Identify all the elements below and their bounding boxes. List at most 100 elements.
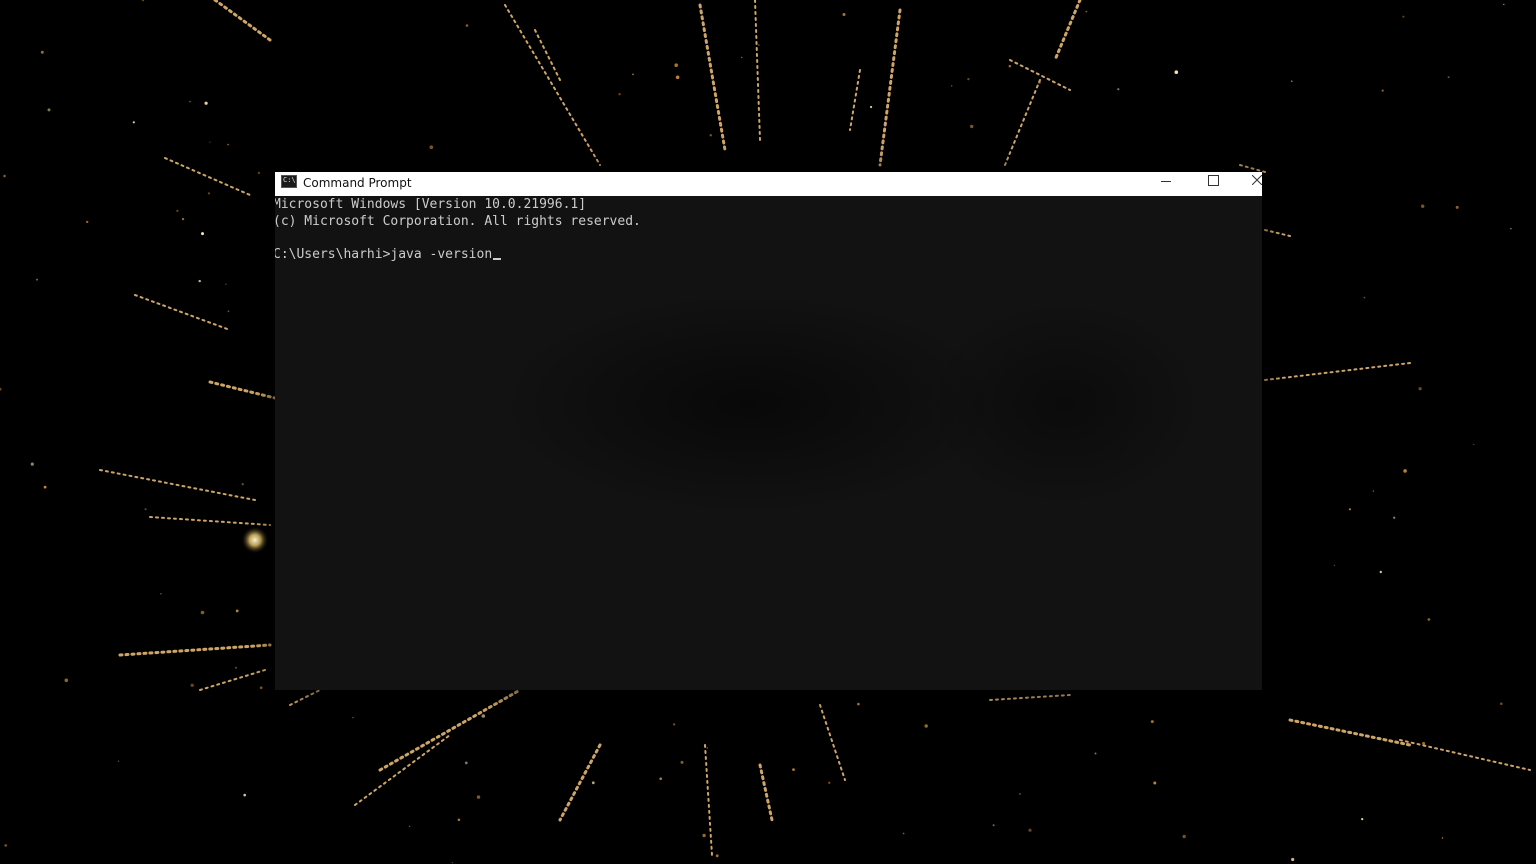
firework-spark [992, 824, 995, 827]
firework-spark [181, 217, 185, 221]
firework-spark [198, 279, 201, 283]
firework-spark [4, 844, 7, 847]
firework-streak [289, 689, 321, 706]
firework-spark [1402, 15, 1405, 18]
firework-streak [1264, 362, 1411, 381]
firework-spark [1028, 828, 1032, 832]
firework-streak [213, 0, 272, 42]
firework-spark [132, 121, 135, 124]
console-line: Microsoft Windows [Version 10.0.21996.1] [275, 197, 587, 212]
firework-spark [1361, 818, 1364, 821]
firework-spark [64, 678, 69, 683]
cmd-app-icon: C:\ [281, 175, 297, 188]
firework-spark [1291, 857, 1295, 862]
console-prompt-line[interactable]: C:\Users\harhi>java -version [275, 247, 502, 263]
firework-spark [225, 283, 227, 285]
firework-spark [190, 683, 194, 687]
firework-spark [1153, 781, 1157, 785]
firework-spark [924, 724, 928, 728]
command-text: C:\Users\harhi>java -version [275, 247, 493, 262]
firework-spark [675, 75, 680, 80]
firework-spark [160, 593, 162, 595]
firework-spark [47, 108, 51, 112]
firework-streak [819, 704, 846, 781]
firework-streak [1009, 59, 1071, 91]
minimize-button[interactable] [1144, 172, 1190, 196]
firework-spark [1427, 618, 1431, 621]
title-bar[interactable]: C:\ Command Prompt [275, 172, 1262, 196]
firework-spark [1379, 570, 1383, 574]
firework-spark [259, 686, 263, 689]
firework-spark [243, 793, 246, 797]
firework-spark [409, 825, 411, 828]
firework-spark [967, 78, 970, 81]
firework-spark [1019, 793, 1021, 795]
firework-spark [673, 723, 676, 726]
firework-spark [1393, 516, 1396, 519]
firework-spark [234, 666, 237, 669]
firework-spark [476, 795, 481, 799]
close-button[interactable] [1236, 172, 1262, 196]
firework-spark [1372, 490, 1375, 492]
firework-spark [902, 832, 905, 835]
firework-spark [227, 310, 230, 313]
firework-spark [429, 145, 434, 149]
firework-spark [176, 209, 179, 212]
firework-spark [706, 747, 708, 749]
firework-spark [1473, 443, 1475, 446]
firework-spark [204, 101, 208, 105]
firework-spark [1447, 76, 1450, 79]
firework-streak [1399, 739, 1531, 771]
firework-streak [758, 763, 774, 822]
firework-spark [1441, 837, 1444, 839]
firework-spark [1421, 204, 1425, 208]
firework-streak [754, 0, 761, 141]
firework-spark [200, 610, 205, 615]
firework-streak [1004, 79, 1041, 166]
firework-streak [989, 694, 1071, 701]
firework-spark [209, 141, 211, 143]
firework-spark [1363, 296, 1366, 299]
firework-spark [1503, 3, 1505, 6]
firework-spark [1348, 508, 1351, 511]
command-prompt-window[interactable]: C:\ Command Prompt Microsoft Windows [Ve… [275, 172, 1262, 690]
firework-spark [464, 761, 468, 765]
firework-streak [534, 29, 561, 81]
firework-spark [481, 714, 486, 718]
firework-spark [1117, 88, 1120, 91]
firework-spark [618, 93, 621, 96]
firework-spark [1037, 80, 1041, 84]
firework-spark [451, 862, 453, 864]
firework-spark [857, 702, 860, 706]
maximize-button[interactable] [1190, 172, 1236, 196]
firework-streak [164, 157, 251, 196]
firework-spark [43, 485, 47, 489]
firework-spark [674, 63, 678, 67]
firework-spark [86, 220, 89, 224]
firework-spark [1290, 80, 1293, 82]
firework-spark [0, 387, 2, 391]
firework-spark [235, 609, 239, 613]
firework-streak [849, 69, 861, 131]
firework-spark [715, 854, 719, 858]
firework-spark [659, 777, 662, 780]
firework-streak [134, 294, 231, 331]
firework-spark [1094, 752, 1097, 755]
firework-spark [1174, 70, 1179, 74]
firework-spark [1455, 205, 1459, 209]
firework-streak [378, 688, 522, 772]
firework-spark [792, 768, 795, 771]
firework-spark [1182, 834, 1186, 839]
firework-streak [199, 669, 266, 691]
firework-spark [1418, 387, 1422, 391]
firework-streak [704, 744, 713, 856]
firework-spark [709, 134, 712, 137]
firework-spark [241, 483, 244, 486]
firework-spark [352, 716, 354, 719]
firework-spark [970, 124, 974, 129]
console-output[interactable]: Microsoft Windows [Version 10.0.21996.1]… [275, 196, 1262, 690]
window-title: Command Prompt [303, 176, 412, 190]
firework-spark [951, 85, 953, 87]
firework-spark [40, 50, 44, 54]
firework-spark [1085, 10, 1088, 13]
